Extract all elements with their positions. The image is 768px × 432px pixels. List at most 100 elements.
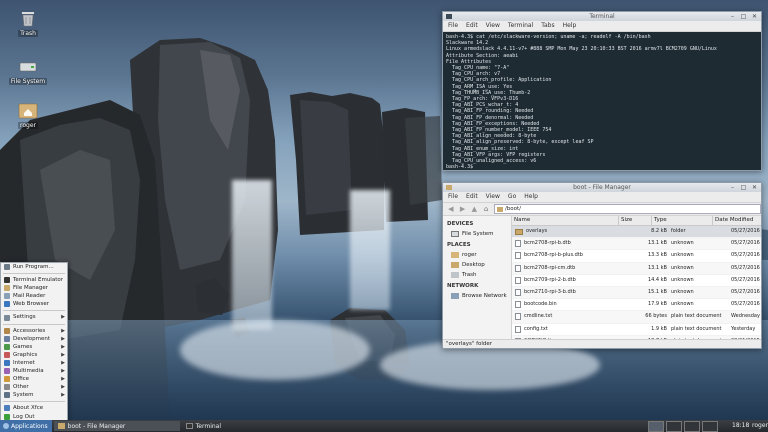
menu-item-settings[interactable]: Settings ▶ [1, 313, 67, 321]
file-row[interactable]: bcm2709-rpi-2-b.dtb 14.4 kB unknown 05/27/2… [512, 275, 761, 287]
file-date: 05/27/2016 [731, 276, 760, 283]
sidebar-item-trash[interactable]: Trash [443, 270, 511, 280]
sidebar-item-desktop[interactable]: Desktop [443, 260, 511, 270]
menu-item-label: Run Program... [13, 264, 54, 270]
menu-edit[interactable]: Edit [466, 192, 478, 202]
column-header-date[interactable]: Date Modified [713, 216, 761, 225]
menu-terminal[interactable]: Terminal [508, 21, 533, 31]
sidebar-item-label: File System [462, 231, 494, 237]
menu-item-about-xfce[interactable]: About Xfce [1, 404, 67, 412]
menu-item-development[interactable]: Development ▶ [1, 335, 67, 343]
file-row[interactable]: cmdline.txt 66 bytes plain text document We… [512, 311, 761, 324]
folder-icon [496, 206, 503, 212]
maximize-button[interactable]: □ [740, 13, 747, 20]
file-row[interactable]: overlays 8.2 kB folder 05/27/2016 [512, 226, 761, 239]
column-header-type[interactable]: Type [652, 216, 713, 225]
terminal-output[interactable]: bash-4.3$ cat /etc/slackware-version; un… [443, 32, 761, 170]
desktop-icon-file-system[interactable]: File System [6, 56, 50, 85]
forward-arrow-icon[interactable]: ▶ [459, 205, 467, 213]
workspace-3[interactable] [684, 421, 700, 432]
file-row[interactable]: bcm2708-rpi-b.dtb 13.1 kB unknown 05/27/201… [512, 238, 761, 251]
panel-user[interactable]: roger [752, 420, 768, 432]
menu-item-mail-reader[interactable]: Mail Reader [1, 292, 67, 300]
menu-go[interactable]: Go [508, 192, 516, 202]
menu-help[interactable]: Help [524, 192, 538, 202]
file-name: bcm2708-rpi-b.dtb [524, 240, 571, 247]
taskbar-item-terminal[interactable]: Terminal [182, 421, 308, 431]
file-list[interactable]: Name Size Type Date Modified overlays 8.2… [512, 216, 761, 340]
folder-icon [515, 228, 523, 235]
menu-item-file-manager[interactable]: File Manager [1, 284, 67, 292]
file-date: Yesterday [731, 325, 756, 332]
menu-item-internet[interactable]: Internet ▶ [1, 359, 67, 367]
up-arrow-icon[interactable]: ▲ [470, 205, 478, 213]
office-icon [4, 376, 10, 383]
terminal-titlebar[interactable]: Terminal – □ ✕ [443, 12, 761, 21]
taskbar-item-file-manager[interactable]: boot - File Manager [53, 421, 180, 431]
maximize-button[interactable]: □ [740, 184, 747, 191]
sidebar-item-browse-network[interactable]: Browse Network [443, 291, 511, 301]
menu-edit[interactable]: Edit [466, 21, 478, 31]
menu-item-graphics[interactable]: Graphics ▶ [1, 351, 67, 359]
menu-item-office[interactable]: Office ▶ [1, 375, 67, 383]
file-manager-menubar: File Edit View Go Help [443, 192, 761, 203]
applications-button[interactable]: Applications [0, 420, 52, 432]
file-size: 1.9 kB [651, 325, 667, 332]
minimize-button[interactable]: – [729, 184, 736, 191]
menu-view[interactable]: View [486, 192, 500, 202]
back-arrow-icon[interactable]: ◀ [447, 205, 455, 213]
file-name: bootcode.bin [524, 301, 557, 308]
desktop-icon-label: File System [8, 78, 48, 85]
submenu-arrow-icon: ▶ [61, 351, 65, 358]
desktop-icon-label: Trash [18, 30, 38, 37]
menu-item-run-program[interactable]: Run Program... [1, 263, 67, 271]
menu-item-games[interactable]: Games ▶ [1, 343, 67, 351]
file-manager-window[interactable]: boot - File Manager – □ ✕ File Edit View… [442, 182, 762, 349]
file-icon [515, 325, 521, 333]
menu-item-label: Mail Reader [13, 293, 46, 300]
mail-icon [4, 293, 10, 300]
menu-item-accessories[interactable]: Accessories ▶ [1, 327, 67, 335]
menu-file[interactable]: File [448, 192, 458, 202]
terminal-icon [185, 423, 193, 429]
desktop-icon-trash[interactable]: Trash [6, 8, 50, 37]
wallpaper-foam [180, 320, 370, 380]
menu-item-other[interactable]: Other ▶ [1, 383, 67, 391]
menu-file[interactable]: File [448, 21, 458, 31]
workspace-2[interactable] [666, 421, 682, 432]
file-row[interactable]: bcm2710-rpi-3-b.dtb 15.1 kB unknown 05/27/2… [512, 286, 761, 300]
xfce-logo-icon [3, 423, 9, 429]
menu-help[interactable]: Help [563, 21, 577, 31]
home-icon[interactable]: ⌂ [482, 205, 490, 213]
file-row[interactable]: config.txt 1.9 kB plain text document Yeste… [512, 324, 761, 336]
file-row[interactable]: bcm2708-rpi-b-plus.dtb 13.3 kB unknown 05/2… [512, 250, 761, 263]
file-name: config.txt [524, 325, 548, 332]
file-type: unknown [671, 264, 694, 271]
workspace-1[interactable] [648, 421, 664, 432]
menu-separator [3, 273, 65, 275]
menu-tabs[interactable]: Tabs [541, 21, 554, 31]
sidebar-item-roger[interactable]: roger [443, 250, 511, 260]
menu-item-multimedia[interactable]: Multimedia ▶ [1, 367, 67, 375]
column-header-name[interactable]: Name [512, 216, 619, 225]
file-row[interactable]: bcm2708-rpi-cm.dtb 13.1 kB unknown 05/27/20… [512, 262, 761, 275]
sidebar-item-file-system[interactable]: File System [443, 229, 511, 239]
file-row[interactable]: bootcode.bin 17.9 kB unknown 05/27/2016 [512, 299, 761, 312]
file-manager-titlebar[interactable]: boot - File Manager – □ ✕ [443, 183, 761, 192]
desktop-icon-roger[interactable]: roger [6, 100, 50, 129]
menu-view[interactable]: View [486, 21, 500, 31]
terminal-window[interactable]: Terminal – □ ✕ File Edit View Terminal T… [442, 11, 762, 171]
workspace-4[interactable] [702, 421, 718, 432]
menu-item-web-browser[interactable]: Web Browser [1, 300, 67, 308]
folder-icon [57, 423, 65, 429]
minimize-button[interactable]: – [729, 13, 736, 20]
close-button[interactable]: ✕ [751, 13, 758, 20]
column-header-size[interactable]: Size [619, 216, 652, 225]
close-button[interactable]: ✕ [751, 184, 758, 191]
panel-clock[interactable]: 18:18 [732, 420, 749, 432]
development-icon [4, 335, 10, 342]
location-bar[interactable]: /boot/ [493, 204, 761, 214]
menu-item-terminal-emulator[interactable]: Terminal Emulator [1, 276, 67, 284]
menu-item-system[interactable]: System ▶ [1, 391, 67, 399]
folder-icon [451, 262, 459, 268]
